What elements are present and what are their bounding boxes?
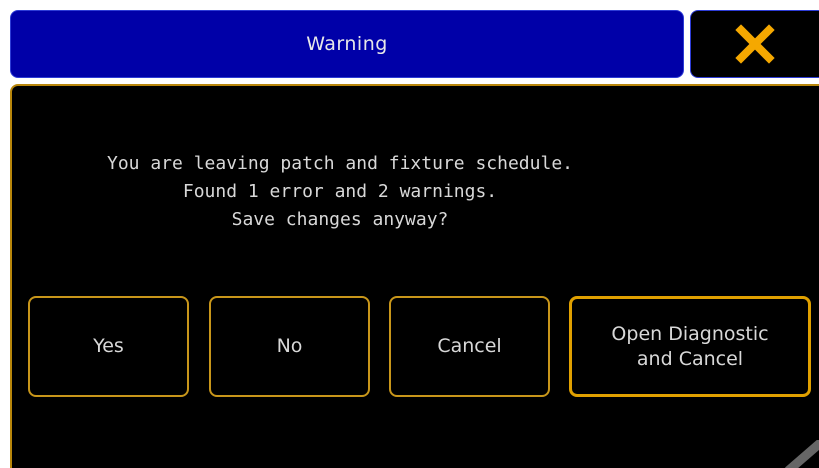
resize-corner-icon[interactable] bbox=[775, 440, 819, 468]
open-diagnostic-and-cancel-button[interactable]: Open Diagnostic and Cancel bbox=[569, 296, 811, 397]
no-button-label: No bbox=[276, 335, 303, 357]
open-diagnostic-button-label: Open Diagnostic and Cancel bbox=[611, 322, 769, 370]
close-button[interactable] bbox=[690, 10, 819, 78]
message-line-2: Found 1 error and 2 warnings. bbox=[182, 181, 498, 202]
yes-button[interactable]: Yes bbox=[28, 296, 189, 397]
dialog-message: You are leaving patch and fixture schedu… bbox=[0, 150, 680, 234]
screen: Warning You are leaving patch and fixtur… bbox=[0, 0, 819, 468]
yes-button-label: Yes bbox=[93, 335, 124, 357]
dialog-title: Warning bbox=[306, 33, 388, 55]
dialog-title-bar: Warning bbox=[10, 10, 684, 78]
cancel-button-label: Cancel bbox=[437, 335, 502, 357]
dialog-body bbox=[10, 84, 819, 468]
cancel-button[interactable]: Cancel bbox=[389, 296, 550, 397]
no-button[interactable]: No bbox=[209, 296, 370, 397]
message-line-1: You are leaving patch and fixture schedu… bbox=[107, 153, 573, 174]
close-x-icon bbox=[735, 24, 775, 64]
message-line-3: Save changes anyway? bbox=[231, 209, 449, 230]
